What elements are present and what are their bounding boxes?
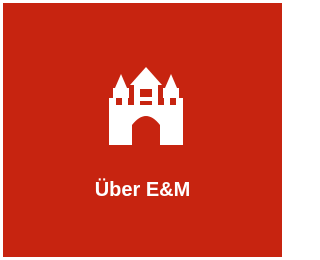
tile-label: Über E&M [94,179,191,201]
about-em-tile[interactable]: Über E&M [3,3,282,257]
castle-gate-icon [106,67,186,147]
